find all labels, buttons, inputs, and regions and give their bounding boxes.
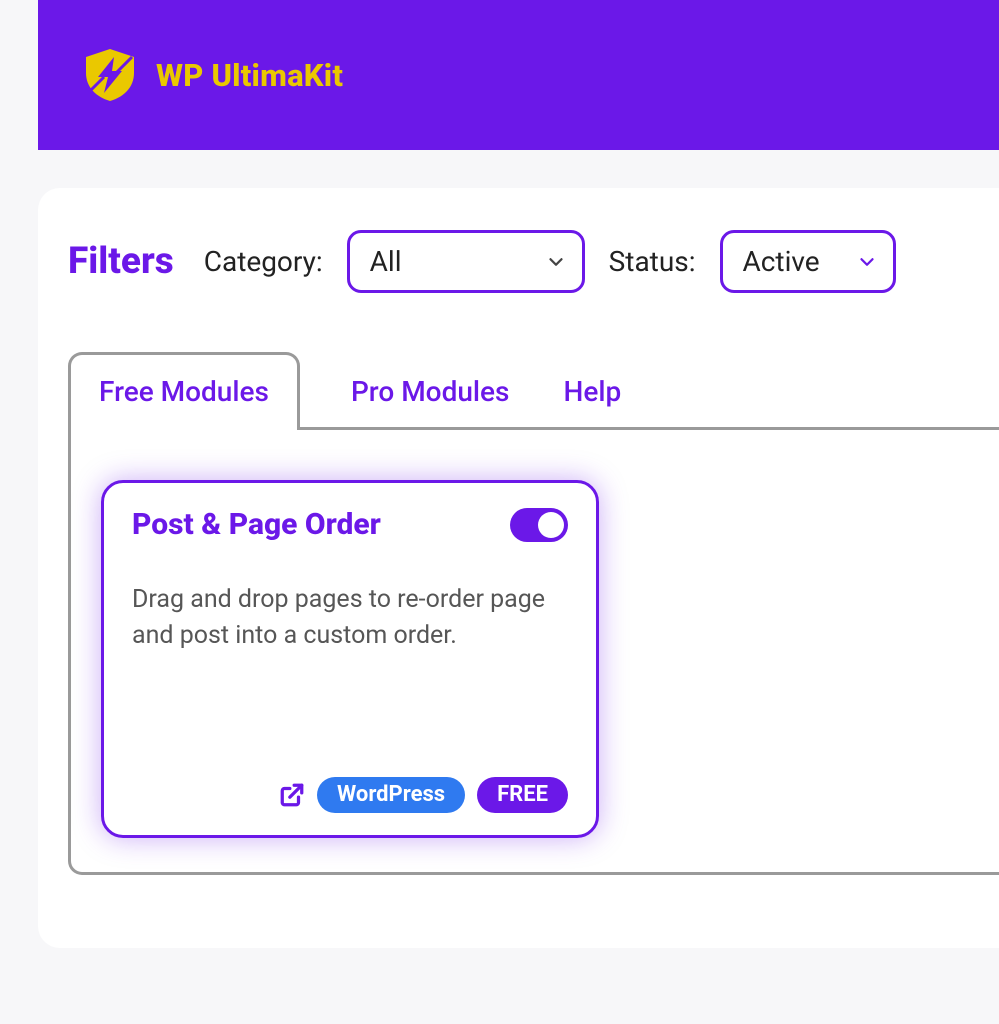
module-description: Drag and drop pages to re-order page and… (132, 582, 568, 655)
tab-pro-modules[interactable]: Pro Modules (348, 352, 513, 430)
external-link-icon[interactable] (279, 782, 305, 808)
module-title: Post & Page Order (132, 507, 381, 542)
tabs-bar: Free Modules Pro Modules Help (68, 349, 999, 427)
status-label: Status: (609, 245, 696, 278)
tab-label: Free Modules (99, 375, 269, 408)
status-select[interactable]: Active (720, 230, 896, 293)
filters-title: Filters (68, 240, 174, 283)
tab-free-modules[interactable]: Free Modules (68, 352, 300, 430)
module-card: Post & Page Order Drag and drop pages to… (101, 480, 599, 838)
module-card-header: Post & Page Order (132, 507, 568, 542)
category-select-value: All (370, 245, 402, 278)
category-select[interactable]: All (347, 230, 585, 293)
status-select-value: Active (743, 245, 820, 278)
module-card-footer: WordPress FREE (132, 757, 568, 813)
module-badge-category: WordPress (317, 777, 465, 813)
status-select-wrap: Active (720, 230, 896, 293)
main-panel: Filters Category: All Status: Active Fre… (38, 188, 999, 948)
tab-label: Pro Modules (351, 375, 510, 408)
category-label: Category: (204, 245, 323, 278)
module-enable-toggle[interactable] (510, 508, 568, 542)
tab-content: Post & Page Order Drag and drop pages to… (68, 427, 999, 875)
category-select-wrap: All (347, 230, 585, 293)
filters-row: Filters Category: All Status: Active (68, 230, 999, 293)
app-header: WP UltimaKit (38, 0, 999, 150)
toggle-knob (538, 512, 564, 538)
brand-logo: WP UltimaKit (82, 47, 343, 103)
tab-label: Help (563, 375, 621, 408)
tab-help[interactable]: Help (560, 352, 624, 430)
shield-bolt-icon (82, 47, 138, 103)
module-badge-tier: FREE (477, 777, 568, 813)
brand-name: WP UltimaKit (156, 57, 343, 94)
tabs-container: Free Modules Pro Modules Help Post & Pag… (68, 349, 999, 875)
